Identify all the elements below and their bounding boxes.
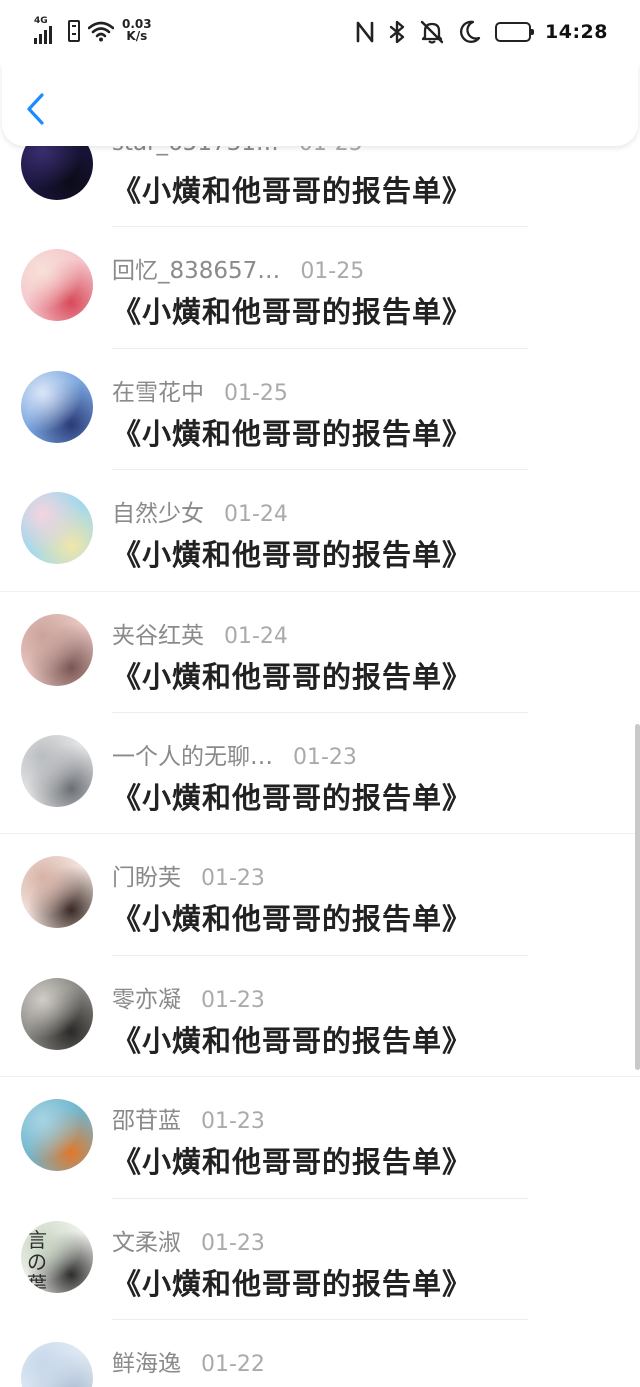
book-title[interactable]: 《小熿和他哥哥的报告单》 bbox=[112, 1261, 472, 1303]
comment-meta: 零亦凝 01-23 bbox=[112, 980, 265, 1014]
list-item[interactable]: star_651731… 01-25 《小熿和他哥哥的报告单》 bbox=[0, 146, 640, 228]
book-title[interactable]: 《小熿和他哥哥的报告单》 bbox=[112, 654, 472, 696]
book-title[interactable]: 《小熿和他哥哥的报告单》 bbox=[112, 411, 472, 453]
nfc-icon bbox=[356, 21, 374, 43]
avatar[interactable] bbox=[21, 856, 93, 929]
username[interactable]: 回忆_838657… bbox=[112, 251, 280, 285]
avatar-label: 言の葉 bbox=[27, 1227, 47, 1293]
username[interactable]: 零亦凝 bbox=[112, 980, 181, 1014]
scrollbar[interactable] bbox=[635, 724, 640, 1070]
comment-list: star_651731…01-25《小熿和他哥哥的报告单》回忆_838657…0… bbox=[0, 146, 640, 1387]
comment-date: 01-25 bbox=[300, 259, 365, 285]
network-type: 4G bbox=[34, 16, 48, 26]
list-item[interactable]: 鲜海逸 01-22 《小熿和他哥哥的报告单》 bbox=[0, 1320, 640, 1387]
signal-icon: 4G bbox=[34, 16, 60, 44]
username[interactable]: 在雪花中 bbox=[112, 373, 204, 407]
list-item[interactable]: 邵苷蓝 01-23 《小熿和他哥哥的报告单》 bbox=[0, 1077, 640, 1199]
list-item[interactable]: 夹谷红英 01-24 《小熿和他哥哥的报告单》 bbox=[0, 592, 640, 713]
book-title[interactable]: 《小熿和他哥哥的报告单》 bbox=[112, 1139, 472, 1181]
book-title[interactable]: 《小熿和他哥哥的报告单》 bbox=[112, 168, 472, 210]
chevron-left-icon[interactable] bbox=[22, 92, 50, 126]
comment-meta: 邵苷蓝 01-23 bbox=[112, 1101, 265, 1135]
avatar[interactable]: 言の葉 bbox=[21, 1220, 93, 1293]
comment-date: 01-25 bbox=[224, 380, 288, 406]
book-title[interactable]: 《小熿和他哥哥的报告单》 bbox=[112, 289, 472, 331]
book-title[interactable]: 《小熿和他哥哥的报告单》 bbox=[112, 775, 472, 817]
moon-icon bbox=[460, 20, 481, 43]
list-item[interactable]: 自然少女 01-24 《小熿和他哥哥的报告单》 bbox=[0, 470, 640, 592]
network-speed: 0.03 K/s bbox=[122, 18, 152, 42]
avatar[interactable] bbox=[21, 492, 93, 565]
clock: 14:28 bbox=[545, 21, 608, 43]
comment-meta: star_651731… 01-25 bbox=[112, 146, 363, 156]
comment-meta: 鲜海逸 01-22 bbox=[112, 1344, 265, 1378]
status-right: 14:28 bbox=[355, 20, 608, 44]
screen: 4G 0.03 K/s 14:28 《小熿和他哥哥的报告单》 回忆_838657… bbox=[0, 0, 640, 1387]
username[interactable]: 鲜海逸 bbox=[112, 1344, 181, 1378]
username[interactable]: 文柔淑 bbox=[112, 1223, 181, 1257]
sim-icon bbox=[68, 20, 80, 42]
username[interactable]: 自然少女 bbox=[112, 494, 204, 528]
avatar[interactable] bbox=[21, 977, 93, 1050]
username[interactable]: 一个人的无聊… bbox=[112, 737, 273, 771]
list-item[interactable]: 在雪花中 01-25 《小熿和他哥哥的报告单》 bbox=[0, 349, 640, 471]
avatar[interactable] bbox=[21, 249, 93, 322]
avatar[interactable] bbox=[21, 613, 93, 686]
book-title[interactable]: 《小熿和他哥哥的报告单》 bbox=[112, 896, 472, 938]
battery-icon bbox=[495, 22, 535, 42]
status-left: 4G 0.03 K/s bbox=[34, 16, 152, 44]
bluetooth-icon bbox=[389, 20, 405, 44]
comment-meta: 自然少女 01-24 bbox=[112, 494, 288, 528]
book-title[interactable]: 《小熿和他哥哥的报告单》 bbox=[112, 532, 472, 574]
speed-unit: K/s bbox=[126, 29, 148, 43]
list-item[interactable]: 言の葉 文柔淑 01-23 《小熿和他哥哥的报告单》 bbox=[0, 1199, 640, 1320]
avatar[interactable] bbox=[21, 146, 93, 200]
book-title[interactable]: 《小熿和他哥哥的报告单》 bbox=[112, 1382, 472, 1387]
avatar[interactable] bbox=[21, 370, 93, 443]
comment-meta: 一个人的无聊… 01-23 bbox=[112, 737, 357, 771]
comment-date: 01-24 bbox=[224, 623, 288, 649]
list-item[interactable]: 门盼芙 01-23 《小熿和他哥哥的报告单》 bbox=[0, 834, 640, 956]
comment-meta: 门盼芙 01-23 bbox=[112, 858, 265, 892]
comment-date: 01-23 bbox=[201, 1109, 265, 1135]
comment-date: 01-23 bbox=[201, 987, 265, 1013]
username[interactable]: 夹谷红英 bbox=[112, 616, 204, 650]
comment-date: 01-23 bbox=[201, 866, 265, 892]
mute-icon bbox=[420, 20, 444, 44]
username[interactable]: 门盼芙 bbox=[112, 858, 181, 892]
avatar[interactable] bbox=[21, 1099, 93, 1172]
comment-date: 01-23 bbox=[293, 744, 357, 770]
list-item[interactable]: 零亦凝 01-23 《小熿和他哥哥的报告单》 bbox=[0, 956, 640, 1078]
comment-date: 01-25 bbox=[299, 146, 363, 156]
avatar[interactable] bbox=[21, 1341, 93, 1387]
username[interactable]: 邵苷蓝 bbox=[112, 1101, 181, 1135]
wifi-icon bbox=[88, 21, 114, 42]
username[interactable]: star_651731… bbox=[112, 146, 279, 156]
top-app-bar bbox=[2, 64, 638, 146]
comment-meta: 文柔淑 01-23 bbox=[112, 1223, 265, 1257]
avatar[interactable] bbox=[21, 734, 93, 807]
comment-meta: 回忆_838657… 01-25 bbox=[112, 251, 364, 285]
comment-date: 01-23 bbox=[201, 1230, 265, 1256]
status-bar: 4G 0.03 K/s 14:28 bbox=[0, 0, 640, 64]
comment-date: 01-24 bbox=[224, 502, 288, 528]
book-title[interactable]: 《小熿和他哥哥的报告单》 bbox=[112, 1018, 472, 1060]
comment-meta: 在雪花中 01-25 bbox=[112, 373, 288, 407]
comment-meta: 夹谷红英 01-24 bbox=[112, 616, 288, 650]
comment-date: 01-22 bbox=[201, 1351, 265, 1377]
list-item[interactable]: 一个人的无聊… 01-23 《小熿和他哥哥的报告单》 bbox=[0, 713, 640, 835]
comment-list-inner: star_651731…01-25《小熿和他哥哥的报告单》回忆_838657…0… bbox=[0, 146, 640, 1387]
list-item[interactable]: 回忆_838657… 01-25 《小熿和他哥哥的报告单》 bbox=[0, 227, 640, 349]
